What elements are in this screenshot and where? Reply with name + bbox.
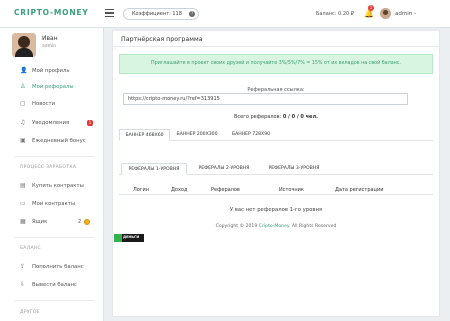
referral-link-field[interactable]: https://cripto-money.ru/?ref=313915 — [123, 93, 408, 105]
profile-role: admin — [42, 44, 57, 49]
sidebar-item-label: Пополнить баланс — [32, 264, 84, 270]
sidebar-item-my-contracts[interactable]: ▭ Мои контракты — [0, 197, 103, 211]
chevron-down-icon[interactable]: ⌄ — [413, 10, 417, 16]
tab-banner-728x90[interactable]: БАННЕР 728X90 — [225, 129, 277, 141]
info-icon[interactable]: ? — [189, 11, 195, 17]
sidebar-item-profile[interactable]: 👤 Мой профиль — [0, 64, 103, 78]
divider — [14, 237, 94, 238]
copyright-suffix: . All Rights Reserved — [288, 224, 337, 229]
referral-total-label: Всего рефералов: — [233, 114, 282, 120]
coefficient-pill: Коэффициент: 118 ? — [123, 8, 199, 20]
column-login[interactable]: Логин — [133, 187, 149, 193]
bell-icon: ♫ — [20, 119, 26, 126]
column-income[interactable]: Доход — [171, 187, 187, 193]
divider — [113, 46, 439, 47]
sidebar-item-notifications[interactable]: ♫ Уведомления 1 — [0, 116, 103, 130]
tab-referrals-level-3[interactable]: РЕФЕРАЛЫ 3-УРОВНЯ — [261, 163, 327, 175]
copyright-brand-link[interactable]: Cripto-Money — [259, 224, 289, 229]
sidebar-item-deposit[interactable]: ⇪ Пополнить баланс — [0, 260, 103, 274]
sidebar-item-label: Новости — [32, 101, 56, 107]
column-registration-date[interactable]: Дата регистрации — [335, 187, 383, 193]
column-source[interactable]: Источник — [279, 187, 304, 193]
document-icon: ▢ — [20, 100, 26, 107]
profile-name: Иван — [42, 35, 58, 42]
referral-card: Партнёрская программа Приглашайте в прое… — [112, 30, 440, 317]
counter-widget[interactable]: ДЕНЬГИ — [114, 234, 144, 242]
copyright-prefix: Copyright © 2019 — [215, 224, 258, 229]
banner-tabs: БАННЕР 468X60 БАННЕР 200X300 БАННЕР 728X… — [119, 129, 433, 141]
section-title-earnings: ПРОЦЕСС ЗАРАБОТКА — [20, 165, 77, 170]
sidebar-item-buy-contracts[interactable]: ▤ Купить контракты — [0, 179, 103, 193]
sidebar-item-news[interactable]: ▢ Новости — [0, 97, 103, 111]
balance-text: Баланс: 0.20 ₽ — [316, 11, 354, 17]
info-alert: Приглашайте в проект своих друзей и полу… — [119, 54, 433, 74]
counter-label: ДЕНЬГИ — [123, 235, 140, 239]
deposit-icon: ⇪ — [20, 263, 26, 270]
divider — [14, 300, 94, 301]
sidebar: Иван admin 👤 Мой профиль ♙ Мои рефералы … — [0, 28, 104, 321]
logo[interactable]: CRIPTO-MONEY — [14, 8, 89, 17]
empty-state-message: У вас нет рефералов 1-го уровня — [229, 207, 323, 213]
referral-level-tabs: РЕФЕРАЛЫ 1-УРОВНЯ РЕФЕРАЛЫ 2-УРОВНЯ РЕФЕ… — [119, 163, 433, 175]
coefficient-text: Коэффициент: 118 — [132, 11, 182, 17]
column-referrals[interactable]: Рефералов — [211, 187, 240, 193]
coin-icon — [84, 219, 90, 225]
person-icon: 👤 — [20, 67, 28, 74]
menu-toggle-icon[interactable] — [105, 9, 114, 17]
section-title-other: ДРУГОЕ — [20, 310, 40, 315]
box-count: 2 — [78, 219, 82, 225]
notifications-badge: 1 — [87, 120, 93, 126]
user-menu-label[interactable]: admin — [395, 11, 412, 17]
sidebar-item-box[interactable]: ▦ Ящик 2 — [0, 215, 103, 229]
top-bar: CRIPTO-MONEY Коэффициент: 118 ? Баланс: … — [0, 0, 450, 28]
tab-banner-468x60[interactable]: БАННЕР 468X60 — [119, 129, 170, 141]
referral-total: Всего рефералов: 0 / 0 / 0 чел. — [113, 114, 439, 120]
sidebar-item-label: Вывести баланс — [32, 282, 77, 288]
sidebar-item-label: Купить контракты — [32, 183, 84, 189]
sidebar-item-label: Мой профиль — [32, 68, 70, 74]
notification-badge: 1 — [368, 5, 374, 11]
counter-bar-icon — [114, 234, 122, 242]
sidebar-item-referrals[interactable]: ♙ Мои рефералы — [0, 80, 103, 94]
profile-avatar — [12, 33, 36, 57]
tab-referrals-level-1[interactable]: РЕФЕРАЛЫ 1-УРОВНЯ — [121, 163, 187, 175]
withdraw-icon: ⇩ — [20, 281, 26, 288]
users-icon: ♙ — [20, 83, 26, 90]
sidebar-item-label: Ящик — [32, 219, 48, 225]
tab-banner-200x300[interactable]: БАННЕР 200X300 — [171, 129, 223, 141]
sidebar-item-label: Мои рефералы — [32, 84, 74, 90]
box-icon: ▦ — [20, 218, 26, 225]
page-title: Партнёрская программа — [121, 36, 203, 43]
cart-icon: ▤ — [20, 182, 26, 189]
copyright: Copyright © 2019 Cripto-Money. All Right… — [113, 224, 439, 229]
tab-referrals-level-2[interactable]: РЕФЕРАЛЫ 2-УРОВНЯ — [191, 163, 257, 175]
referral-total-value: 0 / 0 / 0 чел. — [282, 114, 319, 120]
gift-icon: ▣ — [20, 137, 26, 144]
sidebar-item-label: Уведомления — [32, 120, 70, 126]
divider — [14, 156, 94, 157]
user-avatar[interactable] — [380, 8, 391, 19]
table-header: Логин Доход Рефералов Источник Дата реги… — [119, 185, 433, 195]
folder-icon: ▭ — [20, 200, 26, 207]
sidebar-item-label: Ежедневный бонус — [32, 138, 86, 144]
sidebar-item-withdraw[interactable]: ⇩ Вывести баланс — [0, 278, 103, 292]
sidebar-item-daily-bonus[interactable]: ▣ Ежедневный бонус — [0, 134, 103, 148]
section-title-balance: БАЛАНС — [20, 246, 41, 251]
sidebar-item-label: Мои контракты — [32, 201, 76, 207]
